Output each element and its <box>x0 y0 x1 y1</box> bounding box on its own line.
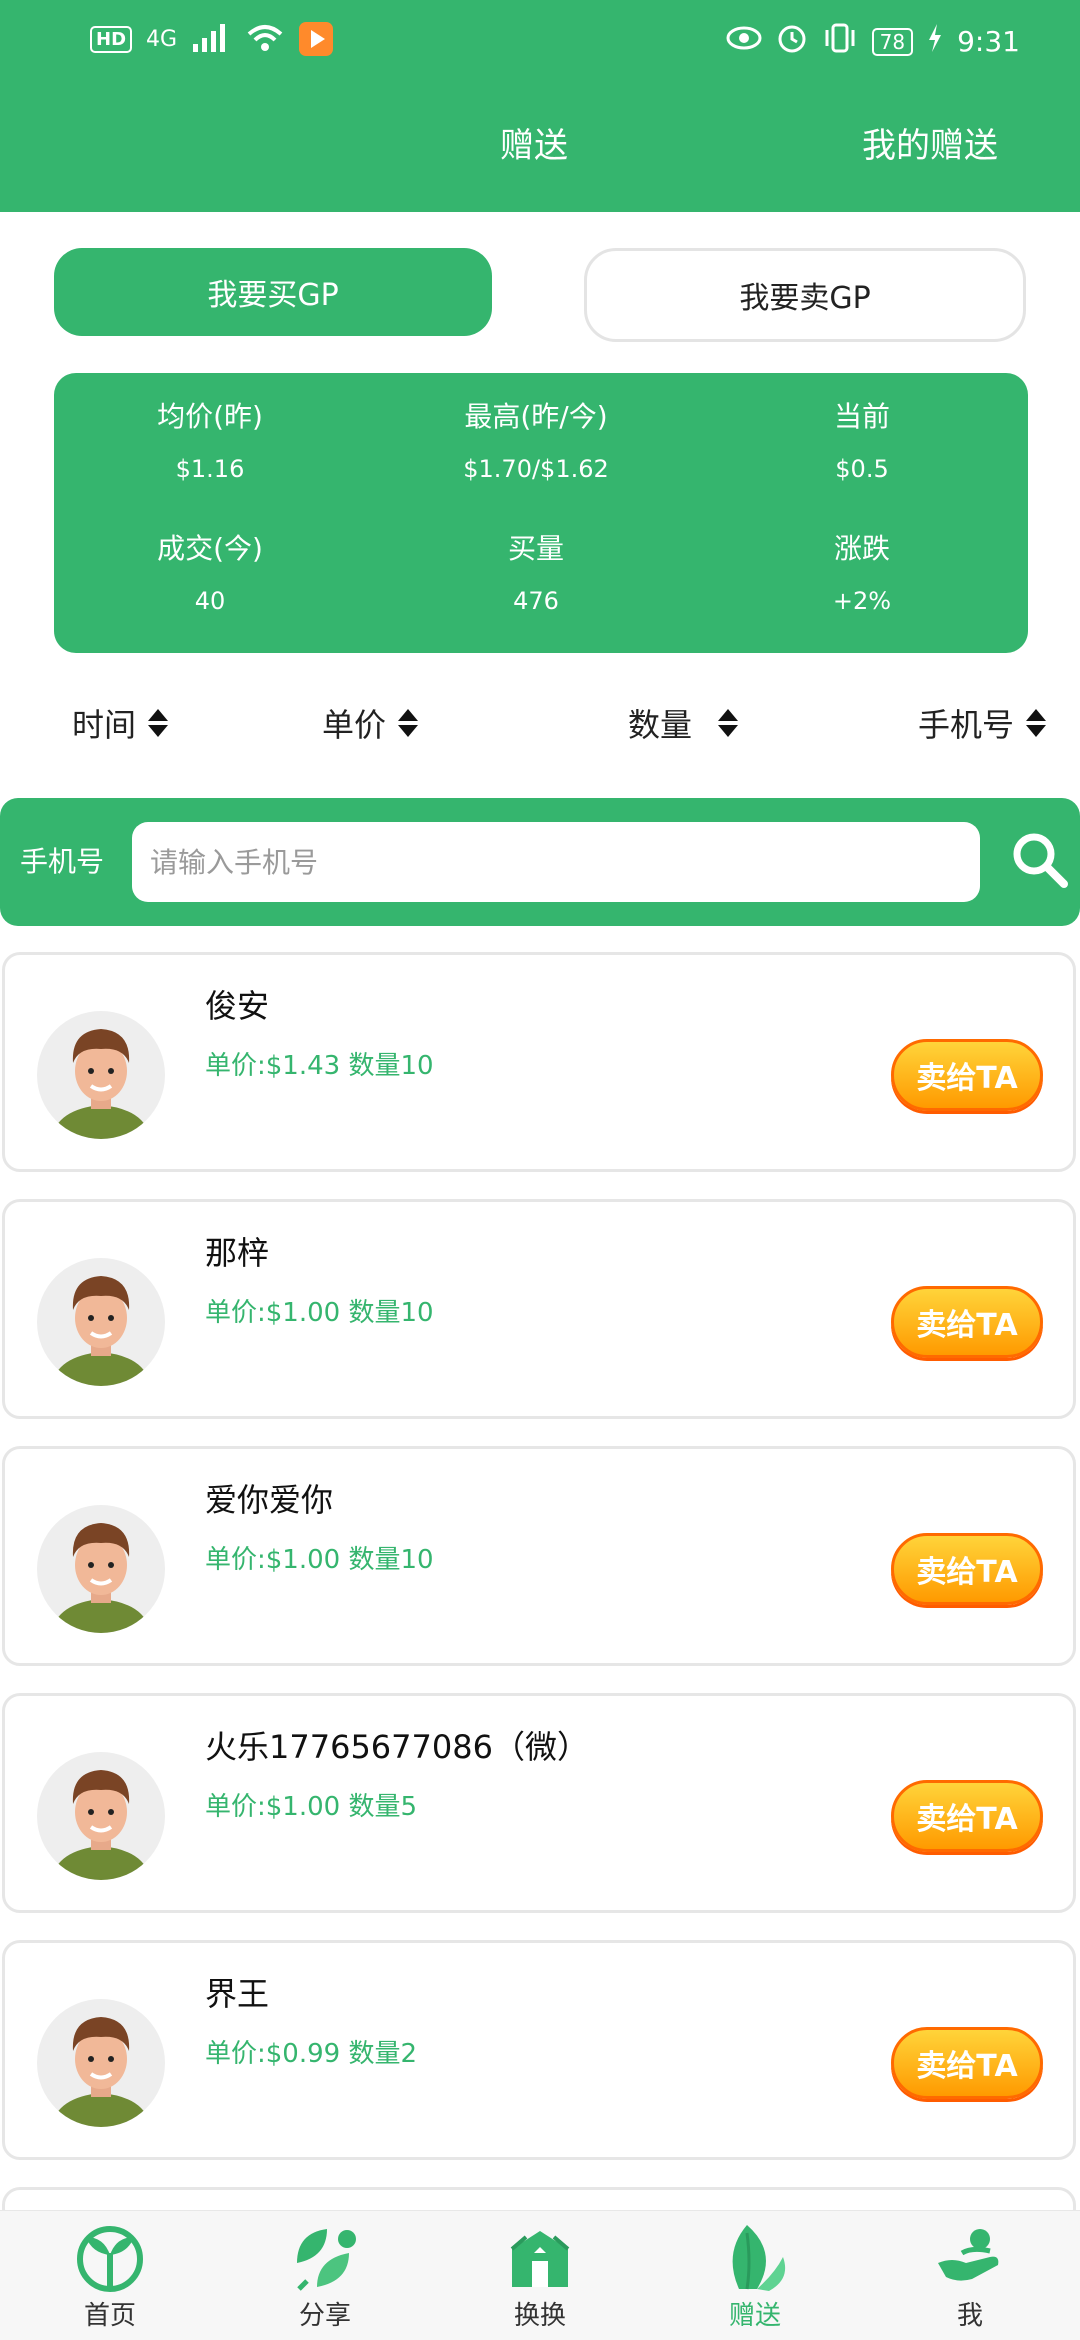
nav-label: 换换 <box>513 2301 566 2331</box>
stat-label: 成交(今) <box>157 532 263 565</box>
stat-label: 当前 <box>833 400 890 433</box>
sort-by-price[interactable]: 单价 <box>322 700 419 746</box>
gift-leaf-icon <box>717 2223 793 2293</box>
tab-gift[interactable]: 赠送 <box>500 118 568 167</box>
stat-value: $0.5 <box>835 455 889 483</box>
search-icon[interactable] <box>1010 830 1070 890</box>
sell-to-button[interactable]: 卖给TA <box>891 1286 1043 1358</box>
search-label: 手机号 <box>20 845 105 878</box>
seller-name: 俊安 <box>205 987 270 1025</box>
stat-value: 40 <box>194 587 226 615</box>
stat-avg-price: 均价(昨) $1.16 <box>80 395 340 483</box>
sort-row: 时间 单价 数量 手机号 <box>0 700 1080 750</box>
stat-buy-volume: 买量 476 <box>406 527 666 615</box>
exchange-box-icon <box>502 2223 578 2293</box>
stat-change: 涨跌 +2% <box>732 527 992 615</box>
sort-label: 数量 <box>628 706 693 744</box>
phone-search-bar: 手机号 <box>0 798 1080 926</box>
app-header: HD 4G 78 9:31 赠送 我的赠送 <box>0 0 1080 212</box>
stat-value: $1.16 <box>175 455 245 483</box>
stat-value: 476 <box>513 587 559 615</box>
bottom-navigation: 首页 分享 换换 赠送 我 <box>0 2210 1080 2340</box>
avatar <box>37 1752 165 1880</box>
sort-by-phone[interactable]: 手机号 <box>918 700 1047 746</box>
network-label: 4G <box>146 26 178 52</box>
nav-label: 我 <box>956 2301 983 2331</box>
seller-price-quantity: 单价:$1.00 数量10 <box>205 1298 434 1328</box>
share-leaf-icon <box>287 2223 363 2293</box>
avatar <box>37 1011 165 1139</box>
avatar <box>37 1258 165 1386</box>
seller-price-quantity: 单价:$1.43 数量10 <box>205 1051 434 1081</box>
sell-to-button[interactable]: 卖给TA <box>891 1533 1043 1605</box>
play-app-icon <box>299 22 334 56</box>
list-item[interactable]: 界王 单价:$0.99 数量2 卖给TA <box>2 1940 1076 2160</box>
stat-label: 涨跌 <box>833 532 890 565</box>
phone-search-input[interactable] <box>132 822 980 902</box>
seller-price-quantity: 单价:$0.99 数量2 <box>205 2039 417 2069</box>
seller-price-quantity: 单价:$1.00 数量10 <box>205 1545 434 1575</box>
sell-gp-button[interactable]: 我要卖GP <box>584 248 1026 342</box>
clock-time: 9:31 <box>957 25 1020 58</box>
sell-to-button[interactable]: 卖给TA <box>891 2027 1043 2099</box>
list-item[interactable]: 那梓 单价:$1.00 数量10 卖给TA <box>2 1199 1076 1419</box>
status-right: 78 9:31 <box>726 22 1020 61</box>
buy-gp-button[interactable]: 我要买GP <box>54 248 492 336</box>
signal-icon <box>191 22 231 56</box>
stat-high-price: 最高(昨/今) $1.70/$1.62 <box>406 395 666 483</box>
vibrate-icon <box>822 22 858 61</box>
nav-label: 分享 <box>298 2301 351 2331</box>
nav-label: 赠送 <box>728 2301 781 2331</box>
market-stats-panel: 均价(昨) $1.16 最高(昨/今) $1.70/$1.62 当前 $0.5 … <box>54 373 1028 653</box>
nav-home[interactable]: 首页 <box>50 2223 170 2332</box>
list-item[interactable]: 火乐17765677086（微） 单价:$1.00 数量5 卖给TA <box>2 1693 1076 1913</box>
sort-label: 单价 <box>322 706 387 744</box>
hand-person-icon <box>932 2223 1008 2293</box>
seller-price-quantity: 单价:$1.00 数量5 <box>205 1792 417 1822</box>
sell-to-button[interactable]: 卖给TA <box>891 1039 1043 1111</box>
avatar <box>37 1505 165 1633</box>
hd-badge: HD <box>90 25 133 53</box>
sort-by-quantity[interactable]: 数量 <box>628 700 739 746</box>
sort-arrows-icon <box>148 709 169 737</box>
sort-arrows-icon <box>1026 709 1047 737</box>
status-bar: HD 4G 78 9:31 <box>0 0 1080 84</box>
stat-label: 最高(昨/今) <box>464 400 608 433</box>
nav-share[interactable]: 分享 <box>265 2223 385 2332</box>
sell-to-button[interactable]: 卖给TA <box>891 1780 1043 1852</box>
stat-current-price: 当前 $0.5 <box>732 395 992 483</box>
seller-name: 爱你爱你 <box>205 1481 334 1519</box>
sort-arrows-icon <box>398 709 419 737</box>
sprout-icon <box>72 2223 148 2293</box>
nav-label: 首页 <box>83 2301 136 2331</box>
sort-by-time[interactable]: 时间 <box>72 700 169 746</box>
stat-value: $1.70/$1.62 <box>463 455 609 483</box>
seller-name: 那梓 <box>205 1234 270 1272</box>
alarm-icon <box>776 22 808 61</box>
sort-label: 手机号 <box>918 706 1015 744</box>
status-left: HD 4G <box>90 22 334 56</box>
eye-icon <box>726 24 762 59</box>
header-tabs: 赠送 我的赠送 <box>0 118 1080 178</box>
battery-level: 78 <box>871 27 914 56</box>
seller-name: 界王 <box>205 1975 270 2013</box>
nav-exchange[interactable]: 换换 <box>480 2223 600 2332</box>
stat-volume-today: 成交(今) 40 <box>80 527 340 615</box>
nav-me[interactable]: 我 <box>910 2223 1030 2332</box>
wifi-icon <box>245 22 285 56</box>
stat-value: +2% <box>832 587 892 615</box>
list-item[interactable]: 爱你爱你 单价:$1.00 数量10 卖给TA <box>2 1446 1076 1666</box>
seller-name: 火乐17765677086（微） <box>205 1728 589 1766</box>
stat-label: 均价(昨) <box>157 400 263 433</box>
list-item[interactable]: 俊安 单价:$1.43 数量10 卖给TA <box>2 952 1076 1172</box>
charging-icon <box>927 24 943 59</box>
avatar <box>37 1999 165 2127</box>
tab-my-gift[interactable]: 我的赠送 <box>862 118 998 167</box>
stat-label: 买量 <box>507 532 564 565</box>
sort-arrows-icon <box>718 709 739 737</box>
sort-label: 时间 <box>72 706 137 744</box>
nav-gift[interactable]: 赠送 <box>695 2223 815 2332</box>
